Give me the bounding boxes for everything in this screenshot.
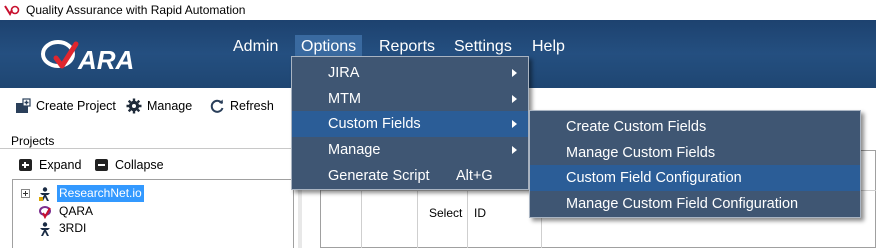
menu-item-label: Generate Script xyxy=(328,168,430,184)
create-project-icon xyxy=(16,98,31,113)
menu-item-jira[interactable]: JIRA xyxy=(292,60,528,86)
options-menu: JIRA MTM Custom Fields Manage Generate S… xyxy=(291,56,529,190)
menu-item-label: MTM xyxy=(328,91,362,107)
qara-project-icon xyxy=(39,206,51,220)
expand-label: Expand xyxy=(39,158,82,172)
menu-item-label: Manage Custom Fields xyxy=(566,145,716,161)
menu-admin[interactable]: Admin xyxy=(227,35,284,59)
menu-item-generate-script[interactable]: Generate Script Alt+G xyxy=(292,163,528,189)
window-title: Quality Assurance with Rapid Automation xyxy=(26,3,246,17)
menu-item-label: Manage xyxy=(328,142,381,158)
submenu-arrow-icon xyxy=(512,120,517,128)
grid-column-select[interactable]: Select xyxy=(429,206,462,220)
refresh-label: Refresh xyxy=(230,99,274,113)
gear-icon xyxy=(126,98,142,114)
create-project-label: Create Project xyxy=(36,99,116,113)
menu-item-label: Custom Fields xyxy=(328,116,421,132)
app-window: Quality Assurance with Rapid Automation … xyxy=(0,0,876,248)
project-icon xyxy=(39,187,50,201)
shortcut-label: Alt+G xyxy=(456,168,493,184)
menu-item-label: Custom Field Configuration xyxy=(566,170,742,186)
menu-item-label: Create Custom Fields xyxy=(566,119,707,135)
submenu-arrow-icon xyxy=(512,146,517,154)
tree-item-label: ResearchNet.io xyxy=(57,185,144,202)
custom-fields-submenu: Create Custom Fields Manage Custom Field… xyxy=(529,110,861,218)
svg-text:ARA: ARA xyxy=(77,45,134,75)
grid-column-divider xyxy=(467,191,468,248)
submenu-arrow-icon xyxy=(512,69,517,77)
menu-help[interactable]: Help xyxy=(526,35,571,59)
qara-logo: ARA xyxy=(41,40,134,75)
grid-column-divider xyxy=(361,191,362,248)
projects-panel: Expand Collapse ResearchNet.io QARA 3RDI xyxy=(0,148,298,248)
menu-item-create-custom-fields[interactable]: Create Custom Fields xyxy=(530,114,860,140)
menu-item-custom-fields[interactable]: Custom Fields xyxy=(292,111,528,137)
tree-expander-icon[interactable] xyxy=(21,189,30,198)
tree-item-label: 3RDI xyxy=(59,221,87,235)
tree-item-3rdi[interactable]: 3RDI xyxy=(13,220,293,237)
manage-label: Manage xyxy=(147,99,193,113)
app-icon xyxy=(4,5,20,16)
submenu-arrow-icon xyxy=(512,95,517,103)
project-tree[interactable]: ResearchNet.io QARA 3RDI xyxy=(12,179,294,248)
tree-item-researchnet[interactable]: ResearchNet.io xyxy=(13,185,293,202)
title-bar: Quality Assurance with Rapid Automation xyxy=(0,0,876,20)
menu-item-manage[interactable]: Manage xyxy=(292,137,528,163)
menu-item-label: Manage Custom Field Configuration xyxy=(566,196,799,212)
menu-item-custom-field-configuration[interactable]: Custom Field Configuration xyxy=(530,165,860,191)
collapse-label: Collapse xyxy=(115,158,164,172)
project-icon xyxy=(40,222,50,236)
menu-item-label: JIRA xyxy=(328,65,360,81)
menu-item-manage-custom-fields[interactable]: Manage Custom Fields xyxy=(530,140,860,166)
grid-column-id[interactable]: ID xyxy=(474,206,486,220)
expand-icon xyxy=(19,159,32,171)
grid-column-divider xyxy=(417,191,418,248)
tree-item-label: QARA xyxy=(59,204,94,218)
projects-panel-title: Projects xyxy=(11,134,55,148)
tree-item-qara[interactable]: QARA xyxy=(13,203,293,220)
refresh-icon xyxy=(210,99,224,113)
menu-item-mtm[interactable]: MTM xyxy=(292,86,528,112)
collapse-icon xyxy=(95,159,108,171)
menu-item-manage-custom-field-configuration[interactable]: Manage Custom Field Configuration xyxy=(530,191,860,217)
